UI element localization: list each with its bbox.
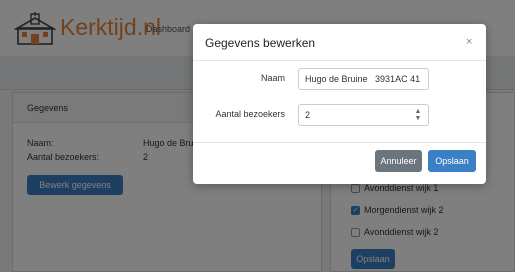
visitors-field-label: Aantal bezoekers (215, 109, 285, 119)
stepper-arrows-icon[interactable]: ▲ ▼ (413, 108, 423, 122)
name-input[interactable] (298, 68, 429, 90)
divider (193, 60, 486, 61)
visitors-input[interactable] (298, 104, 429, 126)
edit-details-modal: Gegevens bewerken × Naam Aantal bezoeker… (193, 24, 486, 184)
save-button[interactable]: Opslaan (428, 150, 476, 172)
cancel-button[interactable]: Annuleer (375, 150, 422, 172)
close-icon[interactable]: × (466, 36, 472, 48)
modal-title: Gegevens bewerken (205, 36, 316, 50)
name-field-label: Naam (260, 73, 285, 83)
divider (193, 142, 486, 143)
